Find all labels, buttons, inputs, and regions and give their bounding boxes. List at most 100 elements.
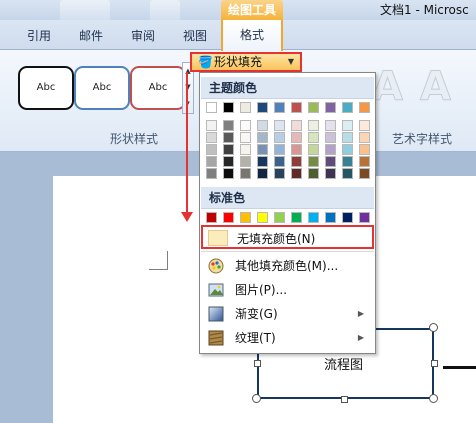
menu-item-label: 其他填充颜色(M)... xyxy=(235,259,339,273)
theme-color-shade-swatch[interactable] xyxy=(240,156,251,167)
theme-color-shade-swatch[interactable] xyxy=(291,144,302,155)
theme-color-swatch[interactable] xyxy=(359,102,370,113)
theme-color-shade-swatch[interactable] xyxy=(342,144,353,155)
standard-color-swatch[interactable] xyxy=(291,212,302,223)
theme-color-shade-swatch[interactable] xyxy=(206,132,217,143)
theme-color-shade-swatch[interactable] xyxy=(308,144,319,155)
tab-review[interactable]: 审阅 xyxy=(128,27,158,45)
theme-color-shade-swatch[interactable] xyxy=(291,132,302,143)
theme-color-shade-swatch[interactable] xyxy=(257,120,268,131)
theme-color-shade-swatch[interactable] xyxy=(308,120,319,131)
theme-color-shade-swatch[interactable] xyxy=(308,168,319,179)
tab-mailings[interactable]: 邮件 xyxy=(76,27,106,45)
tab-view[interactable]: 视图 xyxy=(180,27,210,45)
resize-handle[interactable] xyxy=(252,394,261,403)
theme-color-swatch[interactable] xyxy=(291,102,302,113)
theme-color-shade-swatch[interactable] xyxy=(206,168,217,179)
theme-color-shade-swatch[interactable] xyxy=(325,120,336,131)
theme-color-shade-swatch[interactable] xyxy=(240,144,251,155)
shape-style-blue[interactable]: Abc xyxy=(74,66,130,110)
standard-color-swatch[interactable] xyxy=(308,212,319,223)
theme-color-shade-swatch[interactable] xyxy=(223,144,234,155)
theme-color-shade-swatch[interactable] xyxy=(274,168,285,179)
theme-color-swatch[interactable] xyxy=(274,102,285,113)
theme-color-shade-swatch[interactable] xyxy=(257,168,268,179)
annotation-arrow-head xyxy=(181,212,193,222)
theme-color-shade-swatch[interactable] xyxy=(342,168,353,179)
standard-color-swatch[interactable] xyxy=(274,212,285,223)
resize-handle[interactable] xyxy=(431,360,438,367)
theme-color-shade-swatch[interactable] xyxy=(240,168,251,179)
standard-color-swatch[interactable] xyxy=(359,212,370,223)
theme-color-shade-swatch[interactable] xyxy=(291,156,302,167)
theme-color-shade-swatch[interactable] xyxy=(359,132,370,143)
theme-color-shade-swatch[interactable] xyxy=(274,156,285,167)
title-decoration xyxy=(150,0,180,20)
theme-color-shade-swatch[interactable] xyxy=(223,168,234,179)
theme-color-swatch[interactable] xyxy=(342,102,353,113)
theme-color-shade-swatch[interactable] xyxy=(240,120,251,131)
connector-line[interactable] xyxy=(443,366,476,369)
theme-color-shade-swatch[interactable] xyxy=(274,120,285,131)
theme-color-shade-swatch[interactable] xyxy=(325,156,336,167)
standard-color-swatch[interactable] xyxy=(325,212,336,223)
more-fill-colors-item[interactable]: 其他填充颜色(M)... xyxy=(201,254,374,278)
standard-color-swatch[interactable] xyxy=(342,212,353,223)
wordart-style-2[interactable]: A xyxy=(420,64,452,111)
resize-handle[interactable] xyxy=(341,396,348,403)
theme-color-shade-swatch[interactable] xyxy=(342,156,353,167)
resize-handle[interactable] xyxy=(429,323,438,332)
theme-color-shade-swatch[interactable] xyxy=(291,168,302,179)
wordart-style-1[interactable]: A xyxy=(372,64,404,111)
theme-color-shade-swatch[interactable] xyxy=(257,132,268,143)
theme-color-shade-swatch[interactable] xyxy=(359,168,370,179)
theme-color-shade-swatch[interactable] xyxy=(274,144,285,155)
shape-style-black[interactable]: Abc xyxy=(18,66,74,110)
theme-color-swatch[interactable] xyxy=(240,102,251,113)
theme-color-shade-swatch[interactable] xyxy=(325,132,336,143)
tab-references[interactable]: 引用 xyxy=(24,27,54,45)
shape-fill-label: 形状填充 xyxy=(214,55,263,69)
standard-color-swatch[interactable] xyxy=(206,212,217,223)
theme-color-shade-swatch[interactable] xyxy=(223,156,234,167)
theme-color-swatch[interactable] xyxy=(308,102,319,113)
tab-format[interactable]: 格式 xyxy=(221,20,283,51)
theme-color-shade-swatch[interactable] xyxy=(257,156,268,167)
shape-style-red[interactable]: Abc xyxy=(130,66,186,110)
theme-color-shade-swatch[interactable] xyxy=(359,144,370,155)
no-fill-item[interactable]: 无填充颜色(N) xyxy=(201,225,374,249)
theme-color-shade-swatch[interactable] xyxy=(206,156,217,167)
flowchart-label: 流程图 xyxy=(324,358,364,373)
theme-color-shade-swatch[interactable] xyxy=(359,156,370,167)
theme-color-shade-swatch[interactable] xyxy=(308,132,319,143)
resize-handle[interactable] xyxy=(429,394,438,403)
theme-color-shade-swatch[interactable] xyxy=(206,144,217,155)
theme-color-swatch[interactable] xyxy=(206,102,217,113)
standard-color-swatch[interactable] xyxy=(257,212,268,223)
theme-color-swatch[interactable] xyxy=(325,102,336,113)
theme-color-shade-swatch[interactable] xyxy=(359,120,370,131)
theme-color-swatch[interactable] xyxy=(257,102,268,113)
title-decoration xyxy=(60,0,110,20)
theme-color-shade-swatch[interactable] xyxy=(274,132,285,143)
context-tab-group-label: 绘图工具 xyxy=(221,0,283,20)
theme-color-shade-swatch[interactable] xyxy=(308,156,319,167)
theme-color-shade-swatch[interactable] xyxy=(342,120,353,131)
theme-color-swatch[interactable] xyxy=(223,102,234,113)
theme-color-shade-swatch[interactable] xyxy=(257,144,268,155)
theme-color-shade-swatch[interactable] xyxy=(223,132,234,143)
theme-color-shade-swatch[interactable] xyxy=(325,168,336,179)
standard-color-swatch[interactable] xyxy=(240,212,251,223)
theme-color-shade-swatch[interactable] xyxy=(240,132,251,143)
theme-color-shade-swatch[interactable] xyxy=(325,144,336,155)
theme-color-shade-swatch[interactable] xyxy=(291,120,302,131)
theme-color-shade-swatch[interactable] xyxy=(223,120,234,131)
standard-color-swatch[interactable] xyxy=(223,212,234,223)
gradient-fill-item[interactable]: 渐变(G) ▶ xyxy=(201,302,374,326)
picture-fill-item[interactable]: 图片(P)... xyxy=(201,278,374,302)
resize-handle[interactable] xyxy=(254,360,261,367)
theme-color-shade-swatch[interactable] xyxy=(206,120,217,131)
shape-fill-button[interactable]: 🪣 形状填充 ▼ xyxy=(190,52,302,72)
texture-fill-item[interactable]: 纹理(T) ▶ xyxy=(201,326,374,350)
theme-color-shade-swatch[interactable] xyxy=(342,132,353,143)
